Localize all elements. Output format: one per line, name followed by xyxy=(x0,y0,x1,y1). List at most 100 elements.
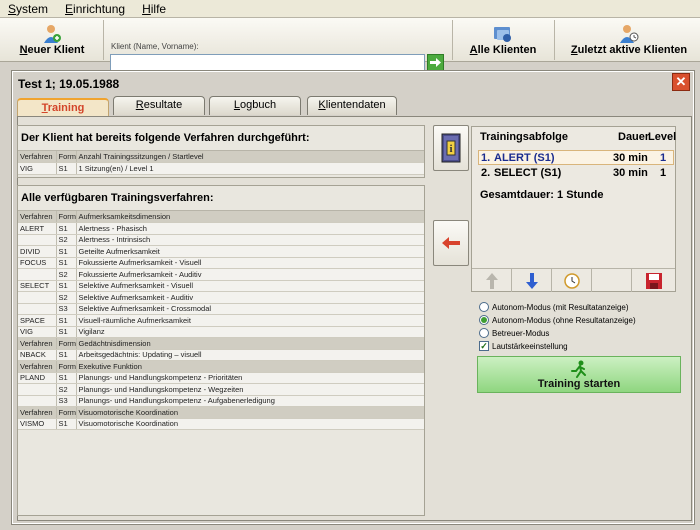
table-header-cell: Exekutive Funktion xyxy=(76,360,424,373)
tab-logbuch[interactable]: Logbuch xyxy=(209,96,301,115)
table-cell: VISMO xyxy=(18,418,57,430)
tab-resultate[interactable]: Resultate xyxy=(113,96,205,115)
sequence-row-number: 1. xyxy=(481,152,491,164)
table-cell: Alertness - Phasisch xyxy=(76,222,424,235)
table-header-row: Verfahren Form Exekutive Funktion xyxy=(18,360,424,373)
table-row[interactable]: S3 Planungs- und Handlungskompetenz - Auf… xyxy=(18,395,424,407)
save-button[interactable] xyxy=(632,269,675,292)
table-cell: SELECT xyxy=(18,280,57,292)
table-row[interactable]: S2 Fokussierte Aufmerksamkeit - Auditiv xyxy=(18,268,424,281)
sequence-row-duration: 30 min xyxy=(613,152,648,164)
volume-setting-option[interactable]: ✓ Lautstärkeeinstellung xyxy=(479,341,568,351)
arrow-left-icon xyxy=(442,237,460,249)
sequence-row-duration: 30 min xyxy=(613,167,648,179)
table-header-cell: Verfahren xyxy=(18,360,57,373)
start-training-button[interactable]: Training starten xyxy=(477,356,681,393)
tab-klientendaten[interactable]: Klientendaten xyxy=(307,96,397,115)
table-row[interactable]: VISMO S1 Visuomotorische Koordination xyxy=(18,418,424,430)
table-cell xyxy=(18,303,57,315)
client-go-button[interactable] xyxy=(427,54,444,71)
table-cell: SPACE xyxy=(18,314,57,327)
available-table: Verfahren Form Aufmerksamkeitsdimension ALE… xyxy=(18,211,424,430)
radio-button[interactable] xyxy=(479,315,489,325)
table-row[interactable]: FOCUS S1 Fokussierte Aufmerksamkeit - Visu… xyxy=(18,257,424,269)
table-header-cell: Verfahren xyxy=(18,211,57,223)
volume-setting-label: Lautstärkeeinstellung xyxy=(492,341,568,351)
duration-button[interactable] xyxy=(552,269,592,292)
table-cell: S3 xyxy=(56,395,77,407)
remove-from-sequence-button[interactable] xyxy=(433,220,469,266)
table-cell: Vigilanz xyxy=(76,326,424,338)
tab-training[interactable]: Training xyxy=(17,98,109,117)
table-row[interactable]: S2 Planungs- und Handlungskompetenz - Weg… xyxy=(18,383,424,396)
close-icon: ✕ xyxy=(675,74,687,89)
table-cell: Arbeitsgedächtnis: Updating – visuell xyxy=(76,349,424,361)
close-button[interactable]: ✕ xyxy=(672,73,690,91)
all-clients-button[interactable]: Alle Klienten xyxy=(458,18,548,62)
table-header-cell: Gedächtnisdimension xyxy=(76,337,424,350)
table-row[interactable]: S2 Alertness - Intrinsisch xyxy=(18,234,424,246)
table-row[interactable]: S3 Selektive Aufmerksamkeit - Crossmodal xyxy=(18,303,424,315)
table-cell: S3 xyxy=(56,303,77,315)
sequence-row[interactable]: 2. SELECT (S1) 30 min 1 xyxy=(478,166,674,181)
mode-option-label: Betreuer-Modus xyxy=(492,328,550,338)
table-cell: S1 xyxy=(56,326,77,338)
menu-system[interactable]: System xyxy=(0,2,57,16)
clients-list-icon xyxy=(494,27,511,42)
radio-button[interactable] xyxy=(479,302,489,312)
arrow-up-icon xyxy=(485,272,498,289)
table-cell: NBACK xyxy=(18,349,57,361)
performed-table: Verfahren Form Anzahl Trainingssitzungen… xyxy=(18,151,424,175)
available-title: Alle verfügbaren Trainingsverfahren: xyxy=(18,186,424,211)
table-row[interactable]: DIVID S1 Geteilte Aufmerksamkeit xyxy=(18,245,424,258)
level-button[interactable] xyxy=(592,269,632,292)
table-cell: S1 xyxy=(56,349,77,361)
recent-clients-button[interactable]: Zuletzt aktive Klienten xyxy=(568,18,690,62)
table-row[interactable]: SELECT S1 Selektive Aufmerksamkeit - Visue… xyxy=(18,280,424,292)
sequence-row-name: SELECT (S1) xyxy=(494,167,562,179)
table-header-cell: Form xyxy=(56,360,77,373)
table-row[interactable]: VIG S1 Vigilanz xyxy=(18,326,424,338)
table-row[interactable]: NBACK S1 Arbeitsgedächtnis: Updating – vis… xyxy=(18,349,424,361)
move-down-button[interactable] xyxy=(512,269,552,292)
table-row[interactable]: ALERT S1 Alertness - Phasisch xyxy=(18,222,424,235)
table-cell: S1 xyxy=(56,162,77,175)
table-cell: Selektive Aufmerksamkeit - Crossmodal xyxy=(76,303,424,315)
move-up-button[interactable] xyxy=(472,269,512,292)
client-search-input[interactable] xyxy=(110,54,425,71)
table-row[interactable]: VIG S1 1 Sitzung(en) / Level 1 xyxy=(18,162,424,175)
new-client-button[interactable]: Neuer Klient xyxy=(12,18,92,62)
table-cell: S1 xyxy=(56,245,77,258)
table-cell xyxy=(18,268,57,281)
table-cell: S1 xyxy=(56,372,77,384)
mode-option-supervisor[interactable]: Betreuer-Modus xyxy=(479,328,549,338)
table-row[interactable]: S2 Selektive Aufmerksamkeit - Auditiv xyxy=(18,291,424,304)
table-cell: Fokussierte Aufmerksamkeit - Auditiv xyxy=(76,268,424,281)
table-cell: Visuell-räumliche Aufmerksamkeit xyxy=(76,314,424,327)
svg-text:i: i xyxy=(449,143,452,155)
dialog-title: Test 1; 19.05.1988 xyxy=(18,77,120,91)
table-row[interactable]: SPACE S1 Visuell-räumliche Aufmerksamkeit xyxy=(18,314,424,327)
sequence-header-level: Level xyxy=(648,131,677,143)
sequence-row-number: 2. xyxy=(481,167,491,179)
table-row[interactable]: PLAND S1 Planungs- und Handlungskompetenz … xyxy=(18,372,424,384)
radio-button[interactable] xyxy=(479,328,489,338)
table-cell: S1 xyxy=(56,280,77,292)
info-book-icon: i xyxy=(441,133,461,163)
table-cell: ALERT xyxy=(18,222,57,235)
running-man-icon xyxy=(571,360,586,378)
sequence-header-duration: Dauer xyxy=(618,131,650,143)
mode-option-with-results[interactable]: Autonom-Modus (mit Resultatanzeige) xyxy=(479,302,629,312)
table-cell: S1 xyxy=(56,222,77,235)
performed-title: Der Klient hat bereits folgende Verfahre… xyxy=(18,126,424,151)
info-button[interactable]: i xyxy=(433,125,469,171)
arrow-down-icon xyxy=(525,272,538,289)
table-cell: S1 xyxy=(56,257,77,269)
mode-option-without-results[interactable]: Autonom-Modus (ohne Resultatanzeige) xyxy=(479,315,636,325)
menu-hilfe[interactable]: Hilfe xyxy=(134,2,175,16)
sequence-row[interactable]: 1. ALERT (S1) 30 min 1 xyxy=(478,150,674,165)
table-cell: VIG xyxy=(18,326,57,338)
menu-einrichtung[interactable]: Einrichtung xyxy=(57,2,134,16)
table-cell: Fokussierte Aufmerksamkeit - Visuell xyxy=(76,257,424,269)
checkbox[interactable]: ✓ xyxy=(479,341,489,351)
